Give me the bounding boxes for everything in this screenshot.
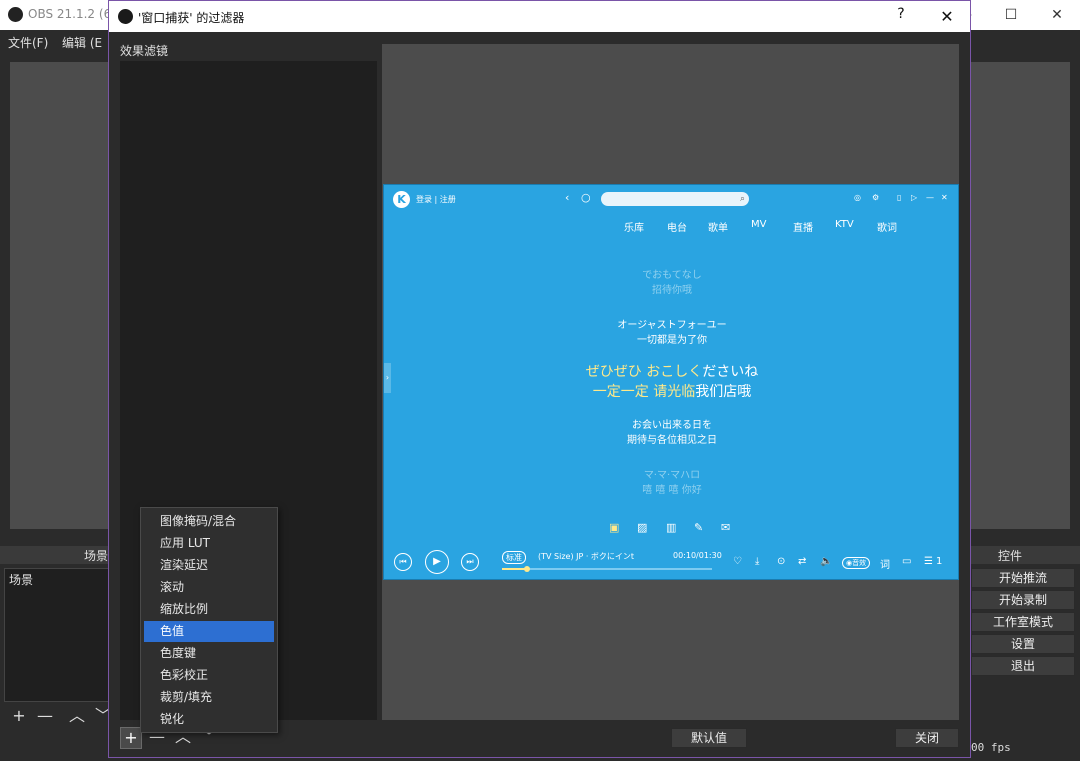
maximize-icon[interactable]: ☐: [988, 0, 1034, 30]
repeat-icon[interactable]: ⇄: [798, 556, 806, 567]
exit-button[interactable]: 退出: [971, 656, 1075, 676]
menu-edit[interactable]: 编辑 (E: [62, 34, 102, 51]
fps-status: 00 fps: [971, 741, 1011, 754]
previous-icon[interactable]: ⏮: [394, 553, 412, 571]
tab-ktv[interactable]: KTV: [835, 219, 854, 230]
chat-icon[interactable]: ▭: [902, 556, 911, 567]
lyrics-toggle[interactable]: 词: [880, 556, 890, 571]
menu-item-image-mask[interactable]: 图像掩码/混合: [144, 511, 274, 532]
start-recording-button[interactable]: 开始录制: [971, 590, 1075, 610]
download-icon[interactable]: ⤓: [755, 556, 759, 567]
gear-icon[interactable]: ⚙: [872, 193, 879, 202]
next-icon[interactable]: ⏭: [461, 553, 479, 571]
photo-icon[interactable]: ▨: [637, 521, 647, 534]
queue-icon[interactable]: ☰: [924, 556, 933, 567]
heart-icon[interactable]: ♡: [733, 556, 742, 567]
current-lyric-cn: 一定一定 请光临我们店哦: [384, 381, 958, 401]
scene-list[interactable]: 场景: [4, 568, 114, 702]
scenes-dock-label: 场景: [84, 549, 109, 563]
play-time: 00:10/01:30: [673, 551, 722, 560]
lyric-unsung-part: 我们店哦: [695, 384, 752, 400]
current-lyric-jp: ぜひぜひ おこしくださいね: [384, 361, 958, 381]
kugou-logo: K: [393, 191, 410, 208]
refresh-icon[interactable]: ○: [581, 191, 591, 204]
comment-icon[interactable]: ✉: [721, 521, 730, 534]
play-icon[interactable]: ▶: [425, 550, 449, 574]
lyric-unsung-part: ださいね: [702, 364, 759, 380]
move-up-icon[interactable]: ︿: [66, 706, 88, 726]
remove-scene-icon[interactable]: —: [34, 706, 56, 726]
start-streaming-button[interactable]: 开始推流: [971, 568, 1075, 588]
menu-item-apply-lut[interactable]: 应用 LUT: [144, 533, 274, 554]
lyric-line-jp: オージャストフォーユー: [617, 320, 727, 331]
obs-logo-icon: [118, 9, 133, 24]
lyric-mode-icon[interactable]: ▣: [609, 521, 619, 534]
lyric-sung-part: 一定一定 请光临: [592, 384, 696, 400]
lyric-line-jp: お会い出来る日を: [632, 420, 712, 431]
back-arrow-icon[interactable]: ‹: [565, 191, 569, 204]
menu-item-sharpen[interactable]: 锐化: [144, 709, 274, 730]
menu-item-scroll[interactable]: 滚动: [144, 577, 274, 598]
queue-count: 1: [936, 556, 943, 567]
lyric-sung-part: ぜひぜひ おこしく: [585, 364, 703, 380]
tab-mv[interactable]: MV: [751, 219, 766, 230]
controls-dock-header: 控件: [971, 546, 1080, 564]
desktop-lyric-icon[interactable]: ▷: [911, 193, 917, 202]
defaults-button[interactable]: 默认值: [671, 728, 747, 748]
tab-library[interactable]: 乐库: [624, 219, 644, 234]
song-info: (TV Size) JP · ボクにインt: [538, 552, 635, 561]
login-register-link[interactable]: 登录 | 注册: [416, 194, 456, 205]
edit-icon[interactable]: ✎: [694, 521, 703, 534]
effects-filters-label: 效果滤镜: [120, 44, 169, 58]
menu-item-render-delay[interactable]: 渲染延迟: [144, 555, 274, 576]
player-close-icon[interactable]: ✕: [941, 193, 948, 202]
dialog-title: '窗口捕获' 的过滤器: [138, 11, 245, 25]
lyric-line-cn: 嘻 嘻 嘻 你好: [642, 485, 702, 496]
controls-dock-label: 控件: [998, 549, 1023, 563]
scene-list-item[interactable]: 场景: [9, 571, 33, 588]
search-icon[interactable]: ⌕: [740, 192, 745, 206]
menu-item-crop-pad[interactable]: 裁剪/填充: [144, 687, 274, 708]
lyric-line-jp: マ·マ·マハロ: [643, 470, 701, 481]
scenes-dock-header: 场景: [0, 546, 108, 564]
more-icon[interactable]: ⊙: [777, 556, 785, 567]
menu-item-color-correction[interactable]: 色彩校正: [144, 665, 274, 686]
tab-playlist[interactable]: 歌单: [708, 219, 728, 234]
obs-logo-icon: [8, 7, 23, 22]
lyric-line-cn: 招待你哦: [652, 285, 692, 296]
menu-file[interactable]: 文件(F): [8, 34, 48, 51]
help-button[interactable]: ?: [889, 6, 913, 28]
progress-bar[interactable]: [502, 566, 712, 572]
sound-effect-badge[interactable]: ◉音效: [842, 557, 871, 569]
volume-icon[interactable]: 🔈: [820, 556, 832, 567]
add-scene-icon[interactable]: +: [8, 706, 30, 726]
scene-toolbar: + — ︿ ﹀: [4, 704, 114, 728]
main-window-title: OBS 21.1.2 (6: [28, 7, 112, 21]
tab-radio[interactable]: 电台: [667, 219, 687, 234]
window-close-icon[interactable]: ✕: [1034, 0, 1080, 30]
lyric-line-cn: 一切都是为了你: [637, 335, 707, 346]
player-minimize-icon[interactable]: —: [926, 193, 934, 202]
lyric-line-jp: でおもてなし: [642, 270, 702, 281]
quality-badge[interactable]: 标准: [502, 551, 526, 564]
menu-item-chroma-key[interactable]: 色度键: [144, 643, 274, 664]
player-search-input[interactable]: ⌕: [601, 192, 749, 206]
tab-live[interactable]: 直播: [793, 219, 813, 234]
progress-handle[interactable]: [524, 566, 531, 572]
menu-item-scale[interactable]: 缩放比例: [144, 599, 274, 620]
page-icon[interactable]: ▥: [666, 521, 676, 534]
dialog-titlebar: '窗口捕获' 的过滤器 ? ✕: [109, 1, 970, 32]
studio-mode-button[interactable]: 工作室模式: [971, 612, 1075, 632]
menu-item-color-key[interactable]: 色值: [144, 621, 274, 642]
close-icon[interactable]: ✕: [924, 1, 970, 32]
skin-icon[interactable]: ◎: [854, 193, 861, 202]
mini-mode-icon[interactable]: ▯: [897, 193, 901, 202]
lyric-line-cn: 期待与各位相见之日: [627, 435, 717, 446]
add-filter-button[interactable]: +: [120, 727, 142, 749]
close-button[interactable]: 关闭: [895, 728, 959, 748]
add-filter-menu: 图像掩码/混合 应用 LUT 渲染延迟 滚动 缩放比例 色值 色度键 色彩校正 …: [140, 507, 278, 733]
tab-lyrics[interactable]: 歌词: [877, 219, 897, 234]
settings-button[interactable]: 设置: [971, 634, 1075, 654]
source-preview: K 登录 | 注册 ‹ ○ ⌕ ◎ ⚙ ▯ ▷ — ✕ 乐库 电台 歌单 MV …: [383, 184, 959, 580]
